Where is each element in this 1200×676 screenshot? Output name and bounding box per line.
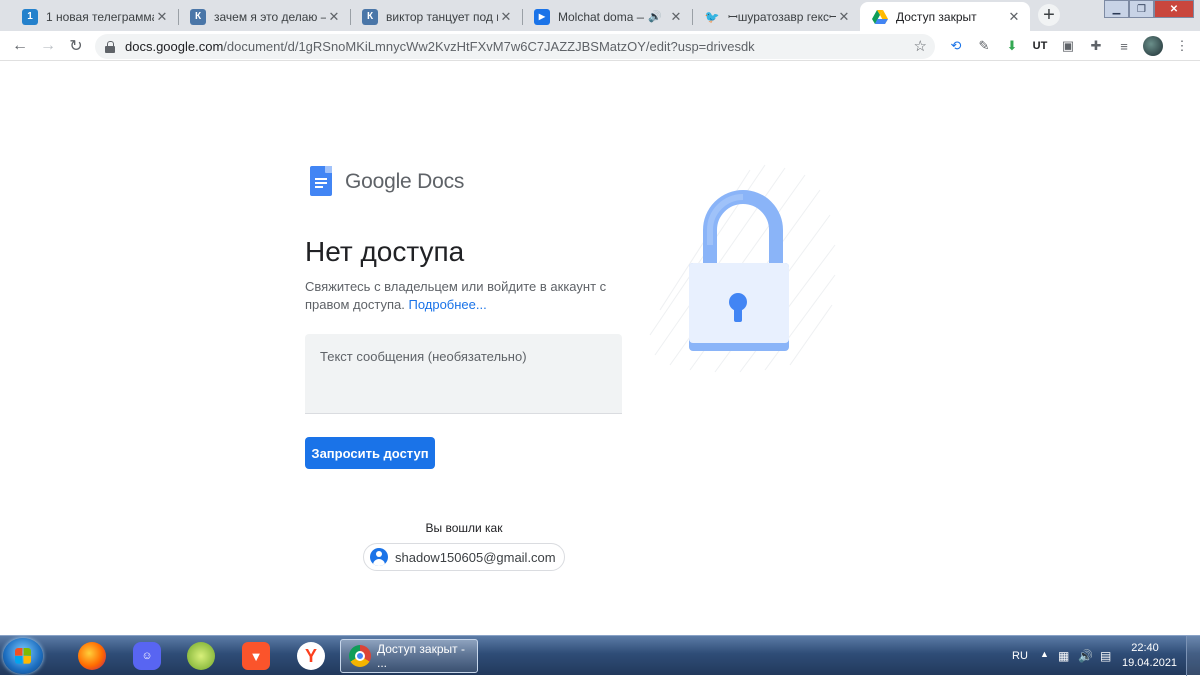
tray-expand-icon[interactable]: ▲ [1040, 649, 1049, 659]
google-drive-icon [872, 9, 888, 25]
new-tab-button[interactable]: + [1038, 4, 1060, 26]
access-description: Свяжитесь с владельцем или войдите в акк… [305, 278, 615, 314]
account-email: shadow150605@gmail.com [395, 549, 556, 565]
close-icon[interactable]: ✕ [498, 9, 514, 25]
extensions-puzzle-icon[interactable]: ✚ [1087, 37, 1105, 55]
extension-brush-icon[interactable]: ✎ [975, 37, 993, 55]
vk-icon: К [190, 8, 206, 25]
close-icon[interactable]: ✕ [326, 9, 342, 25]
brand-name: Google Docs [345, 170, 465, 193]
media-controls-icon[interactable]: ≡ [1115, 37, 1133, 55]
tab-title: ꟷшуратозавр гексꟷ в Тв [728, 10, 836, 24]
window-close-button[interactable]: ✕ [1154, 0, 1194, 18]
browser-menu-icon[interactable]: ⋮ [1173, 37, 1191, 55]
language-indicator[interactable]: RU [1012, 650, 1028, 662]
tab-title: Доступ закрыт [896, 9, 977, 24]
clock-date: 19.04.2021 [1122, 657, 1178, 669]
taskbar-chrome-window[interactable]: Доступ закрыт - ... [340, 639, 478, 673]
address-bar[interactable]: docs.google.com/document/d/1gRSnoMKiLmny… [95, 34, 935, 59]
url-host: docs.google.com [125, 39, 224, 54]
tab-access-denied[interactable]: Доступ закрыт ✕ [860, 2, 1030, 31]
taskbar-window-title: Доступ закрыт - ... [377, 642, 465, 670]
tab-title: зачем я это делаю — В [214, 9, 326, 24]
forward-arrow-icon[interactable]: → [38, 36, 58, 56]
tab-vk-1[interactable]: К зачем я это делаю — В ✕ [178, 2, 350, 31]
tab-strip: 1 1 новая телеграмма ✕ К зачем я это дел… [0, 0, 1200, 31]
maximize-button[interactable]: ❐ [1129, 0, 1154, 18]
learn-more-link[interactable]: Подробнее... [408, 297, 486, 312]
twitter-icon: 🐦 [704, 9, 720, 24]
tab-molchat-doma[interactable]: ▶ Molchat doma — Ki 🔊 ✕ [522, 2, 692, 31]
url-path: /document/d/1gRSnoMKiLmnycWw2KvzHtFXvM7w… [223, 39, 755, 54]
network-icon[interactable]: ▤ [1100, 649, 1111, 663]
profile-avatar[interactable] [1143, 36, 1163, 56]
volume-icon[interactable]: 🔊 [1078, 649, 1093, 663]
window-controls: ▁ ❐ ✕ [1104, 0, 1194, 18]
vk-icon: К [362, 8, 378, 25]
request-access-button[interactable]: Запросить доступ [305, 437, 435, 469]
lock-icon[interactable] [105, 41, 116, 53]
tab-telegram[interactable]: 1 1 новая телеграмма ✕ [10, 2, 178, 31]
windows-taskbar: ☺ ▼ Y Доступ закрыт - ... RU ▲ ▦ 🔊 ▤ 22:… [0, 635, 1200, 676]
padlock-icon [649, 164, 836, 373]
account-avatar-icon [370, 548, 388, 566]
brave-icon[interactable]: ▼ [242, 642, 270, 670]
show-desktop-button[interactable] [1186, 636, 1200, 676]
close-icon[interactable]: ✕ [154, 9, 170, 25]
minimize-button[interactable]: ▁ [1104, 0, 1129, 18]
firefox-icon[interactable] [78, 642, 106, 670]
tab-vk-2[interactable]: К виктор танцует под гей ✕ [350, 2, 522, 31]
google-docs-logo-icon [310, 166, 332, 196]
extension-sync-icon[interactable]: ⟲ [947, 37, 965, 55]
tray-app-icon[interactable]: ▦ [1058, 649, 1069, 663]
bookmark-star-icon[interactable]: ☆ [914, 37, 927, 55]
page-title: Нет доступа [305, 236, 465, 267]
account-switcher[interactable]: shadow150605@gmail.com [363, 543, 565, 571]
chrome-icon [349, 645, 371, 667]
start-button[interactable] [3, 638, 43, 674]
close-icon[interactable]: ✕ [668, 9, 684, 25]
message-input[interactable] [305, 334, 622, 414]
close-icon[interactable]: ✕ [836, 9, 852, 25]
telegram-icon: 1 [22, 8, 38, 25]
signed-in-label: Вы вошли как [425, 521, 503, 535]
tab-title: виктор танцует под гей [386, 9, 498, 24]
tab-twitter[interactable]: 🐦 ꟷшуратозавр гексꟷ в Тв ✕ [692, 2, 860, 31]
extension-image-icon[interactable]: ▣ [1059, 37, 1077, 55]
yandex-browser-icon[interactable]: Y [297, 642, 325, 670]
clock-time: 22:40 [1131, 642, 1159, 654]
close-icon[interactable]: ✕ [1006, 9, 1022, 25]
lime-app-icon[interactable] [187, 642, 215, 670]
reload-icon[interactable]: ↻ [66, 36, 86, 56]
speaker-icon[interactable]: 🔊 [648, 10, 662, 23]
discord-icon[interactable]: ☺ [133, 642, 161, 670]
browser-toolbar: ← → ↻ docs.google.com/document/d/1gRSnoM… [0, 31, 1200, 61]
extension-ut-icon[interactable]: UT [1031, 37, 1049, 55]
play-icon: ▶ [534, 8, 550, 25]
tab-title: 1 новая телеграмма [46, 9, 154, 24]
system-clock[interactable]: 22:40 19.04.2021 [1122, 641, 1178, 671]
extension-download-icon[interactable]: ⬇ [1003, 37, 1021, 55]
tab-title: Molchat doma — Ki [558, 9, 644, 24]
back-arrow-icon[interactable]: ← [10, 36, 30, 56]
